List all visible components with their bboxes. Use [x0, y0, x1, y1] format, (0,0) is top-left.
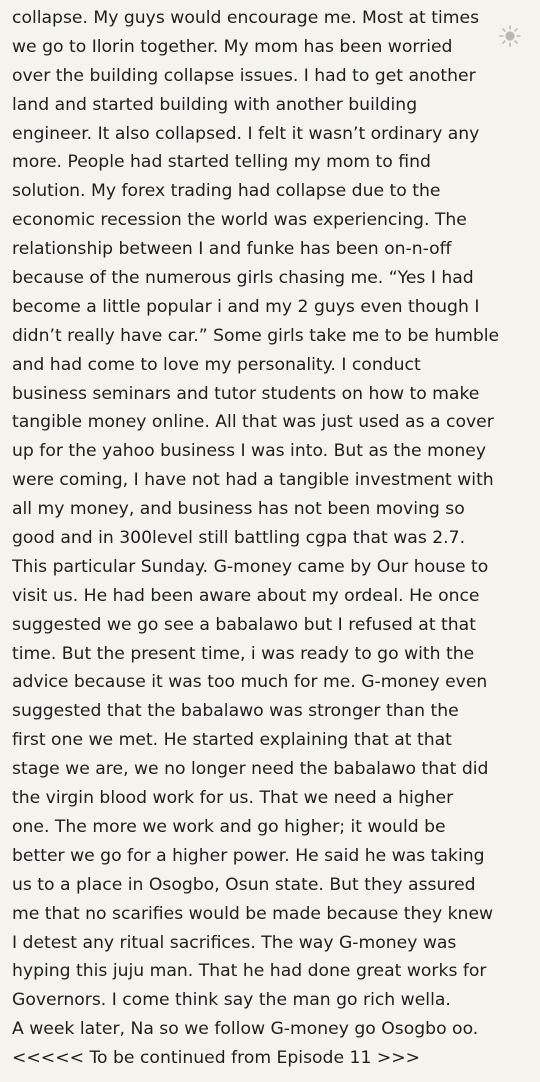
text-line: <<<<< To be continued from Episode 11 >>…: [12, 1048, 421, 1069]
text-line: advice because it was too much for me. G…: [12, 672, 488, 693]
text-line: hyping this juju man. That he had done g…: [12, 961, 487, 982]
text-line: didn’t really have car.” Some girls take…: [12, 325, 500, 346]
text-line: all my money, and business has not been …: [12, 499, 465, 520]
text-line: relationship between I and funke has bee…: [12, 239, 452, 260]
text-line: solution. My forex trading had collapse …: [12, 181, 441, 202]
text-line: suggested that the babalawo was stronger…: [12, 701, 459, 722]
text-line: I detest any ritual sacrifices. The way …: [12, 932, 457, 953]
sun-ray: [502, 28, 506, 32]
text-line: stage we are, we no longer need the baba…: [12, 759, 489, 780]
text-line: over the building collapse issues. I had…: [12, 65, 476, 86]
text-line: we go to Ilorin together. My mom has bee…: [12, 36, 453, 57]
text-line: up for the yahoo business I was into. Bu…: [12, 441, 486, 462]
sun-ray: [502, 40, 506, 44]
text-line: collapse. My guys would encourage me. Mo…: [12, 8, 480, 28]
text-line: engineer. It also collapsed. I felt it w…: [12, 123, 480, 144]
sun-ray: [514, 28, 518, 32]
reader-page: collapse. My guys would encourage me. Mo…: [0, 0, 540, 1082]
text-line: Governors. I come think say the man go r…: [12, 990, 451, 1011]
text-line: the virgin blood work for us. That we ne…: [12, 788, 454, 809]
text-line: tangible money online. All that was just…: [12, 412, 494, 433]
text-line: more. People had started telling my mom …: [12, 152, 431, 173]
text-line: business seminars and tutor students on …: [12, 383, 480, 404]
text-line: become a little popular i and my 2 guys …: [12, 296, 480, 317]
brightness-toggle[interactable]: [498, 24, 522, 48]
text-line: because of the numerous girls chasing me…: [12, 268, 474, 289]
text-line: This particular Sunday. G-money came by …: [12, 556, 489, 577]
text-line: visit us. He had been aware about my ord…: [12, 585, 480, 606]
sun-icon: [499, 25, 521, 47]
sun-ray: [514, 40, 518, 44]
text-line: me that no scarifies would be made becau…: [12, 903, 494, 924]
text-line: were coming, I have not had a tangible i…: [12, 470, 494, 491]
story-text: collapse. My guys would encourage me. Mo…: [12, 4, 512, 1073]
text-line: first one we met. He started explaining …: [12, 730, 452, 751]
text-line: time. But the present time, i was ready …: [12, 643, 475, 664]
text-line: economic recession the world was experie…: [12, 210, 467, 231]
text-line: and had come to love my personality. I c…: [12, 354, 421, 375]
text-line: A week later, Na so we follow G-money go…: [12, 1019, 479, 1040]
text-line: better we go for a higher power. He said…: [12, 845, 485, 866]
text-line: one. The more we work and go higher; it …: [12, 816, 446, 837]
text-line: us to a place in Osogbo, Osun state. But…: [12, 874, 476, 895]
text-line: suggested we go see a babalawo but I ref…: [12, 614, 476, 635]
text-line: good and in 300level still battling cgpa…: [12, 528, 466, 549]
text-line: land and started building with another b…: [12, 94, 418, 115]
